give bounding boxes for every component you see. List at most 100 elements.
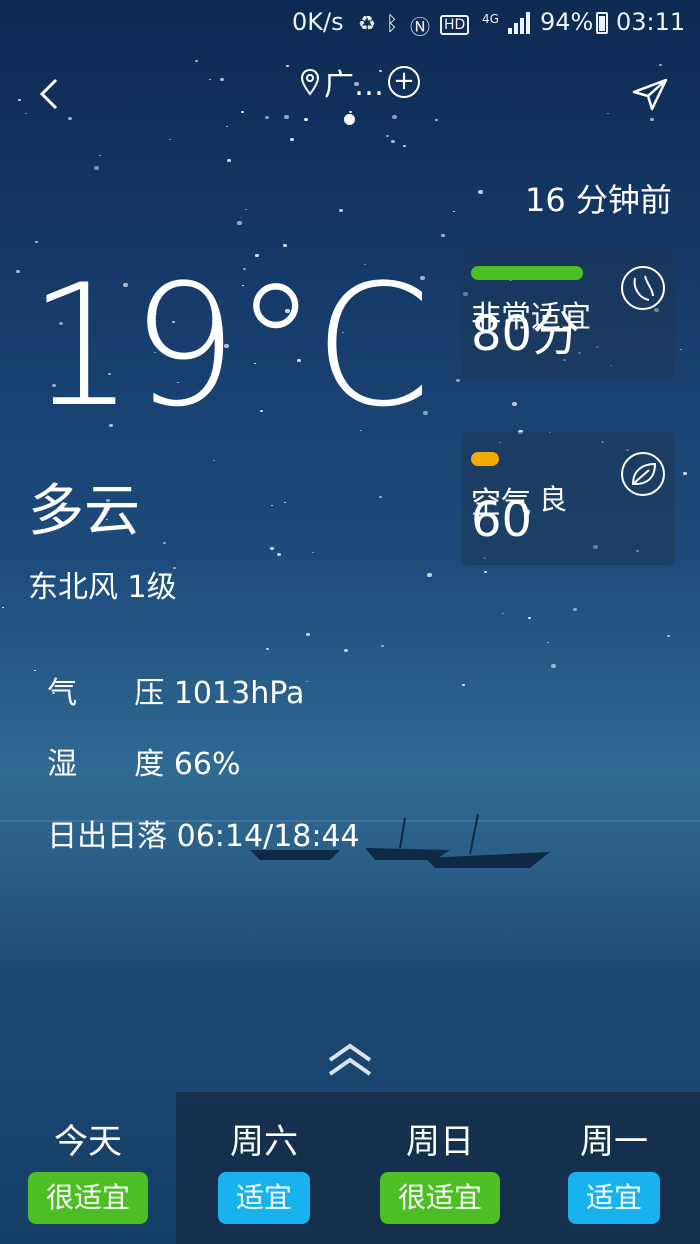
snow-speck: [462, 684, 465, 686]
snow-speck: [456, 379, 460, 382]
snow-speck: [241, 111, 244, 113]
snow-speck: [435, 119, 438, 121]
day-comfort-tag: 很适宜: [27, 1172, 149, 1224]
snow-speck: [683, 472, 687, 475]
snow-speck: [209, 79, 211, 80]
air-level: 良: [539, 483, 568, 516]
snow-speck: [99, 155, 101, 156]
snow-speck: [35, 241, 38, 243]
snow-speck: [284, 502, 286, 503]
snow-speck: [195, 60, 198, 62]
sun-label: 日出日落: [47, 819, 168, 854]
snow-speck: [667, 635, 670, 637]
page-indicator: [344, 114, 355, 125]
snow-speck: [270, 547, 274, 550]
snow-speck: [306, 681, 308, 682]
forecast-day-today[interactable]: 今天 很适宜: [0, 1092, 176, 1244]
snow-speck: [16, 270, 20, 273]
snow-speck: [304, 118, 308, 121]
comfort-level-bar: [471, 266, 583, 280]
snow-speck: [245, 209, 247, 210]
back-icon: [39, 78, 58, 110]
update-time: 16 分钟前: [525, 181, 672, 219]
snow-speck: [284, 115, 289, 119]
day-name: 周日: [406, 1122, 474, 1162]
status-bar: 0K/s ♻ ᛒ Ⓝ HD 4G 94% 03:11: [0, 0, 700, 48]
air-level-bar: [471, 452, 499, 466]
add-circle-icon: +: [393, 66, 415, 96]
snow-speck: [18, 99, 21, 101]
location-selector[interactable]: 广…: [300, 60, 384, 104]
nfc-icon: Ⓝ: [410, 15, 430, 39]
day-comfort-tag: 适宜: [567, 1172, 661, 1224]
snow-speck: [237, 221, 242, 225]
double-chevron-up-icon: [328, 1043, 372, 1076]
bluetooth-icon: ᛒ: [386, 11, 398, 35]
snow-speck: [484, 571, 487, 573]
wind-info: 东北风 1级: [28, 570, 177, 605]
day-name: 周六: [230, 1122, 298, 1162]
recycle-icon: ♻: [358, 11, 376, 35]
snow-speck: [226, 126, 228, 127]
share-icon: [632, 78, 668, 111]
location-pin-icon: [300, 68, 320, 96]
snow-speck: [441, 234, 445, 237]
snow-speck: [227, 159, 231, 162]
battery-level: 94%: [540, 8, 594, 36]
snow-speck: [283, 244, 287, 247]
snow-speck: [547, 642, 549, 643]
snow-speck: [220, 78, 224, 81]
day-name: 周一: [580, 1122, 648, 1162]
snow-speck: [271, 505, 273, 506]
share-button[interactable]: [630, 76, 670, 112]
snow-speck: [312, 552, 314, 553]
network-type: 4G: [482, 12, 499, 26]
expand-forecast-button[interactable]: [326, 1040, 374, 1080]
pressure-row: 气 压 1013hPa: [28, 633, 304, 712]
sunrise-sunset-row: 日出日落 06:14/18:44: [28, 776, 360, 855]
snow-speck: [528, 617, 531, 619]
snow-speck: [169, 139, 171, 140]
add-city-button[interactable]: +: [388, 66, 420, 98]
back-button[interactable]: [30, 72, 70, 116]
snow-speck: [94, 166, 99, 170]
location-name: 广…: [324, 68, 384, 103]
snow-speck: [306, 633, 310, 636]
leaf-icon: [621, 452, 665, 496]
forecast-day-monday[interactable]: 周一 适宜: [528, 1092, 700, 1244]
battery-icon: [596, 12, 608, 34]
forecast-day-sunday[interactable]: 周日 很适宜: [352, 1092, 528, 1244]
snow-speck: [213, 460, 215, 461]
humidity-row: 湿 度 66%: [28, 704, 240, 783]
snow-speck: [381, 645, 384, 647]
snow-speck: [659, 64, 662, 66]
day-name: 今天: [54, 1122, 122, 1162]
snow-speck: [512, 402, 517, 406]
snow-speck: [650, 118, 654, 121]
snow-speck: [379, 496, 382, 498]
comfort-card[interactable]: 非常适宜 80分: [461, 246, 675, 379]
snow-speck: [392, 115, 397, 119]
snow-speck: [2, 607, 4, 608]
snow-speck: [349, 111, 352, 113]
snow-speck: [344, 649, 348, 652]
snow-speck: [478, 190, 483, 194]
snow-speck: [277, 553, 281, 556]
snow-speck: [607, 113, 609, 114]
snow-speck: [680, 349, 682, 350]
clock: 03:11: [616, 8, 686, 36]
comfort-score: 80分: [471, 306, 581, 362]
snow-speck: [339, 209, 343, 212]
forecast-bar: 今天 很适宜 周六 适宜 周日 很适宜 周一 适宜: [0, 1092, 700, 1244]
air-quality-card[interactable]: 空气 良 60: [461, 432, 675, 565]
comfort-icon: [621, 266, 665, 310]
hd-icon: HD: [440, 15, 470, 35]
signal-icon: [508, 12, 530, 34]
snow-speck: [286, 65, 289, 67]
air-aqi: 60: [471, 492, 533, 548]
snow-speck: [68, 117, 72, 120]
snow-speck: [502, 613, 504, 614]
forecast-day-saturday[interactable]: 周六 适宜: [176, 1092, 352, 1244]
snow-speck: [290, 138, 294, 141]
weather-condition: 多云: [28, 479, 140, 544]
